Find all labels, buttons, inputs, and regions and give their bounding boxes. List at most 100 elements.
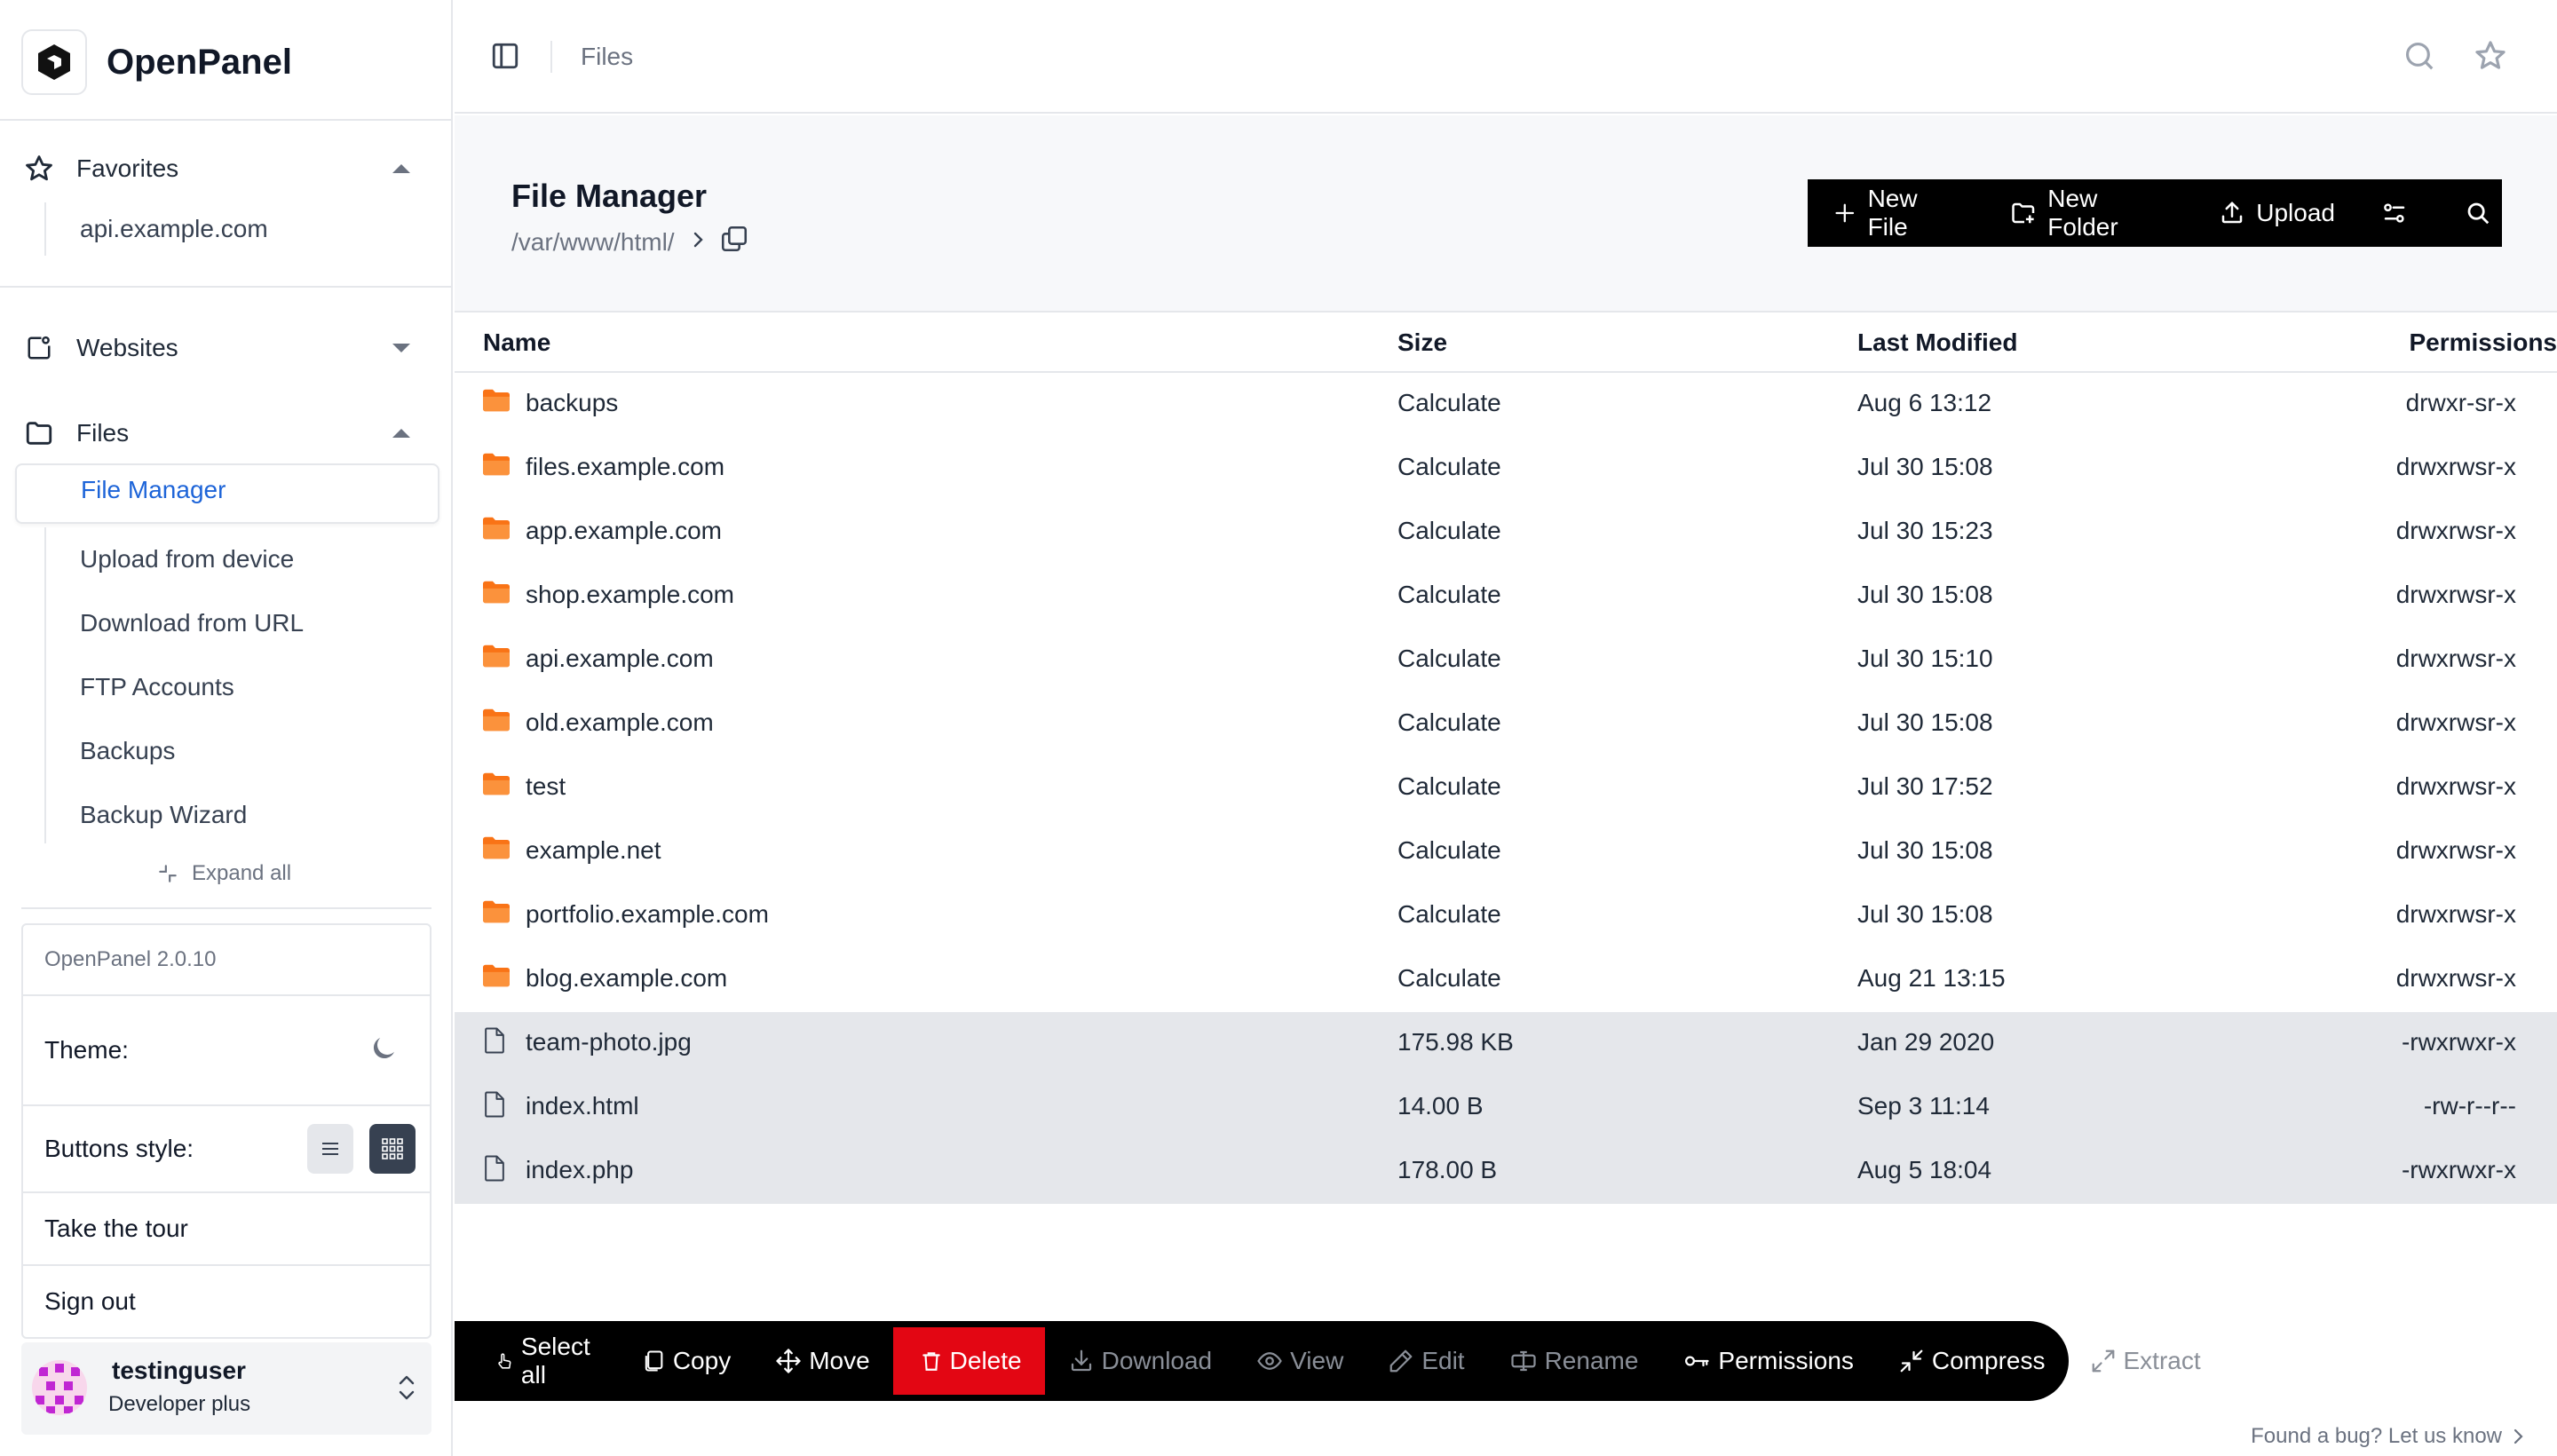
file-name[interactable]: index.php	[526, 1156, 633, 1184]
expand-all-button[interactable]: Expand all	[156, 861, 291, 886]
extract-button[interactable]: Extract	[2090, 1327, 2201, 1395]
sidebar-group-files[interactable]: Files	[21, 407, 430, 460]
file-size[interactable]: Calculate	[1397, 772, 1501, 801]
file-name[interactable]: test	[526, 772, 566, 801]
download-button[interactable]: Download	[1068, 1327, 1212, 1395]
file-name[interactable]: shop.example.com	[526, 581, 734, 609]
table-row[interactable]: backups Calculate Aug 6 13:12 drwxr-sr-x	[455, 373, 2557, 437]
table-row[interactable]: blog.example.com Calculate Aug 21 13:15 drw…	[455, 948, 2557, 1012]
sidebar-group-favorites[interactable]: Favorites	[21, 142, 430, 195]
path-text[interactable]: /var/www/html/	[511, 228, 675, 257]
file-modified: Jul 30 15:08	[1857, 708, 1993, 736]
table-row[interactable]: team-photo.jpg 175.98 KB Jan 29 2020 -rwxrw…	[455, 1012, 2557, 1076]
delete-button[interactable]: Delete	[892, 1327, 1045, 1395]
sidebar-item-download-from-url[interactable]: Download from URL	[80, 605, 304, 641]
sign-out-button[interactable]: Sign out	[23, 1266, 430, 1337]
file-modified: Aug 5 18:04	[1857, 1156, 1992, 1183]
column-size[interactable]: Size	[1397, 328, 1447, 357]
sidebar-item-ftp-accounts[interactable]: FTP Accounts	[80, 669, 234, 705]
buttons-style-toggle	[307, 1124, 416, 1174]
file-size[interactable]: Calculate	[1397, 708, 1501, 737]
table-row[interactable]: old.example.com Calculate Jul 30 15:08 drwx…	[455, 692, 2557, 756]
table-row[interactable]: index.html 14.00 B Sep 3 11:14 -rw-r--r--	[455, 1076, 2557, 1140]
take-tour-button[interactable]: Take the tour	[23, 1193, 430, 1266]
search-icon	[2467, 202, 2490, 225]
file-modified: Jul 30 15:08	[1857, 836, 1993, 864]
file-permissions: drwxrwsr-x	[2395, 900, 2516, 928]
column-permissions[interactable]: Permissions	[2409, 328, 2557, 357]
settings-toggle-button[interactable]	[2381, 200, 2418, 226]
list-style-button[interactable]	[307, 1124, 353, 1174]
permissions-button[interactable]: Permissions	[1682, 1327, 1854, 1395]
expand-icon	[2092, 1349, 2114, 1373]
eye-icon	[1257, 1352, 1282, 1370]
bug-report-link[interactable]: Found a bug? Let us know	[2251, 1424, 2525, 1449]
upload-button[interactable]: Upload	[2219, 199, 2335, 227]
file-name[interactable]: blog.example.com	[526, 964, 727, 993]
column-name[interactable]: Name	[483, 328, 550, 357]
take-tour-label: Take the tour	[44, 1215, 188, 1242]
table-row[interactable]: api.example.com Calculate Jul 30 15:10 drwx…	[455, 629, 2557, 692]
compress-button[interactable]: Compress	[1898, 1327, 2046, 1395]
table-row[interactable]: example.net Calculate Jul 30 15:08 drwxrwsr…	[455, 820, 2557, 884]
file-name[interactable]: old.example.com	[526, 708, 714, 737]
file-name[interactable]: portfolio.example.com	[526, 900, 769, 929]
copy-button[interactable]: Copy	[641, 1327, 731, 1395]
file-size[interactable]: Calculate	[1397, 836, 1501, 865]
table-row[interactable]: files.example.com Calculate Jul 30 15:08 dr…	[455, 437, 2557, 501]
grid-style-button[interactable]	[369, 1124, 416, 1174]
file-name[interactable]: app.example.com	[526, 517, 722, 545]
sidebar-group-websites[interactable]: Websites	[21, 321, 430, 375]
key-icon	[1685, 1356, 1710, 1367]
move-button[interactable]: Move	[775, 1327, 870, 1395]
breadcrumb[interactable]: Files	[581, 43, 633, 71]
column-last-modified[interactable]: Last Modified	[1857, 328, 2017, 357]
file-name[interactable]: team-photo.jpg	[526, 1028, 692, 1056]
website-icon	[21, 330, 57, 366]
brand[interactable]: OpenPanel	[21, 27, 292, 98]
table-row[interactable]: app.example.com Calculate Jul 30 15:23 drwx…	[455, 501, 2557, 565]
rename-button[interactable]: Rename	[1509, 1327, 1638, 1395]
table-row[interactable]: shop.example.com Calculate Jul 30 15:08 drw…	[455, 565, 2557, 629]
sidebar-item-file-manager[interactable]: File Manager	[15, 463, 439, 524]
search-files-button[interactable]	[2465, 200, 2502, 226]
select-all-button[interactable]: Select all	[495, 1327, 597, 1395]
file-size[interactable]: Calculate	[1397, 964, 1501, 993]
file-name[interactable]: example.net	[526, 836, 661, 865]
file-size[interactable]: Calculate	[1397, 581, 1501, 609]
sliders-icon	[2384, 203, 2405, 223]
file-name[interactable]: index.html	[526, 1092, 639, 1120]
sidebar-item-backups[interactable]: Backups	[80, 733, 175, 769]
edit-label: Edit	[1421, 1347, 1465, 1374]
new-folder-button[interactable]: New Folder	[2009, 185, 2173, 241]
edit-button[interactable]: Edit	[1388, 1327, 1465, 1395]
sidebar-toggle-icon[interactable]	[490, 41, 520, 75]
file-size[interactable]: Calculate	[1397, 645, 1501, 673]
file-size[interactable]: Calculate	[1397, 453, 1501, 481]
table-row[interactable]: test Calculate Jul 30 17:52 drwxrwsr-x	[455, 756, 2557, 820]
sidebar-item-backup-wizard[interactable]: Backup Wizard	[80, 797, 247, 833]
file-size[interactable]: Calculate	[1397, 517, 1501, 545]
search-icon[interactable]	[2403, 39, 2436, 77]
star-icon[interactable]	[2474, 39, 2507, 77]
sidebar-item-favorite[interactable]: api.example.com	[80, 211, 268, 247]
file-permissions: drwxrwsr-x	[2395, 708, 2516, 736]
divider	[0, 286, 451, 288]
file-size[interactable]: Calculate	[1397, 900, 1501, 929]
file-name[interactable]: files.example.com	[526, 453, 724, 481]
sidebar-item-upload-from-device[interactable]: Upload from device	[80, 542, 294, 577]
new-file-button[interactable]: New File	[1833, 185, 1963, 241]
table-row[interactable]: index.php 178.00 B Aug 5 18:04 -rwxrwxr-x	[455, 1140, 2557, 1204]
file-permissions: drwxrwsr-x	[2395, 772, 2516, 800]
chevron-right-icon	[2513, 1428, 2523, 1444]
copy-path-icon[interactable]	[719, 224, 749, 260]
view-button[interactable]: View	[1256, 1327, 1343, 1395]
list-icon	[322, 1143, 338, 1155]
table-header: Name Size Last Modified Permissions	[455, 314, 2557, 373]
file-name[interactable]: api.example.com	[526, 645, 714, 673]
file-name[interactable]: backups	[526, 389, 618, 417]
moon-icon[interactable]	[368, 1033, 400, 1069]
user-menu[interactable]: testinguser Developer plus	[21, 1342, 431, 1435]
file-size[interactable]: Calculate	[1397, 389, 1501, 417]
table-row[interactable]: portfolio.example.com Calculate Jul 30 15:…	[455, 884, 2557, 948]
